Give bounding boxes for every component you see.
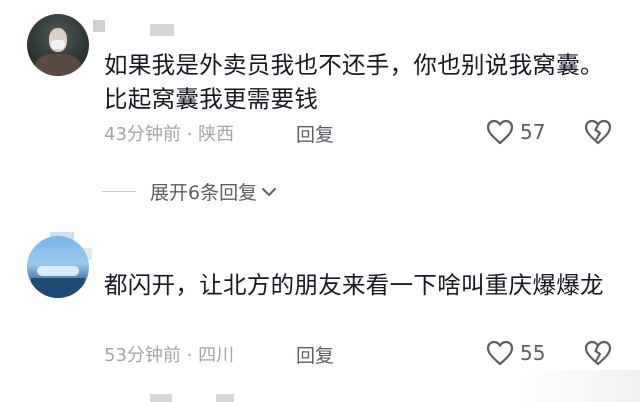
avatar-city — [31, 278, 85, 298]
avatar-body — [35, 54, 81, 76]
heart-outline-icon — [486, 119, 514, 145]
comment-text: 如果我是外卖员我也不还手，你也别说我窝囊。比起窝囊我更需要钱 — [104, 51, 604, 113]
reply-button[interactable]: 回复 — [296, 120, 334, 147]
avatar-cloud — [37, 266, 79, 276]
like-count: 57 — [520, 120, 546, 144]
expand-replies-button[interactable]: 展开6条回复 — [102, 178, 277, 205]
avatar[interactable] — [27, 14, 89, 76]
reply-button[interactable]: 回复 — [296, 341, 334, 368]
overlay-gradient — [520, 370, 640, 402]
like-button[interactable]: 57 — [486, 119, 545, 145]
broken-heart-icon[interactable] — [584, 340, 612, 366]
divider-line — [102, 191, 136, 192]
chevron-down-icon — [262, 187, 277, 196]
broken-heart-icon[interactable] — [584, 119, 612, 145]
like-button[interactable]: 55 — [486, 340, 545, 366]
username-redacted — [93, 20, 105, 32]
comment-meta: 53分钟前 · 四川 — [104, 345, 235, 366]
next-comment-fragment — [216, 394, 234, 402]
next-comment-fragment — [150, 394, 172, 402]
like-count: 55 — [520, 341, 546, 365]
heart-outline-icon — [486, 340, 514, 366]
username-redacted — [150, 24, 174, 36]
avatar-mask — [51, 40, 65, 49]
expand-replies-label: 展开6条回复 — [150, 182, 258, 204]
avatar[interactable] — [27, 236, 89, 298]
comment-meta: 43分钟前 · 陕西 — [104, 124, 235, 145]
comment-text: 都闪开，让北方的朋友来看一下啥叫重庆爆爆龙 — [104, 271, 604, 299]
